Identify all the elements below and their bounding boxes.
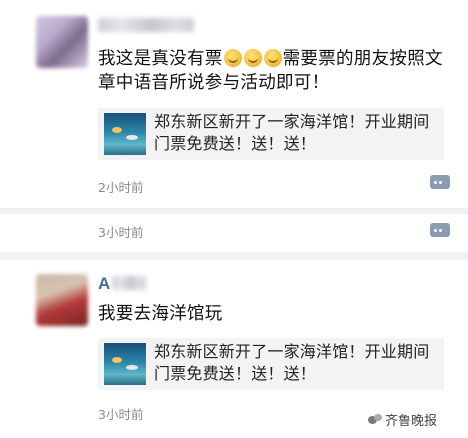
post-time: 2小时前 bbox=[98, 180, 144, 195]
watermark: 齐鲁晚报 bbox=[368, 410, 437, 429]
grin-emoji-icon bbox=[243, 49, 262, 67]
link-title: 郑东新区新开了一家海洋馆！开业期间 门票免费送！送！送！ bbox=[154, 342, 430, 383]
comment-icon[interactable] bbox=[430, 223, 450, 237]
post-time: 3小时前 bbox=[98, 407, 144, 422]
grin-emoji-icon bbox=[223, 49, 242, 67]
post-message: 我要去海洋馆玩 bbox=[98, 304, 223, 324]
aquarium-thumbnail bbox=[104, 343, 146, 385]
link-title: 郑东新区新开了一家海洋馆！开业期间 门票免费送！送！送！ bbox=[154, 112, 430, 153]
author-name[interactable]: A bbox=[98, 274, 110, 294]
wechat-icon bbox=[368, 413, 382, 426]
grin-emoji-icon bbox=[263, 49, 282, 67]
shared-link-card[interactable]: 郑东新区新开了一家海洋馆！开业期间 门票免费送！送！送！ bbox=[98, 108, 444, 160]
post-card: 3小时前 bbox=[0, 214, 468, 250]
shared-link-card[interactable]: 郑东新区新开了一家海洋馆！开业期间 门票免费送！送！送！ bbox=[98, 338, 444, 390]
divider bbox=[0, 252, 468, 260]
post-card: 我这是真没有票 需要票的朋友按照文 章中语音所说参与活动即可！ 郑东新区新开了一家… bbox=[0, 0, 468, 210]
avatar[interactable] bbox=[36, 16, 88, 68]
post-time: 3小时前 bbox=[98, 225, 144, 240]
post-message-part1: 我这是真没有票 bbox=[98, 49, 223, 69]
comment-icon[interactable] bbox=[430, 175, 450, 189]
avatar[interactable] bbox=[36, 274, 88, 326]
watermark-text: 齐鲁晚报 bbox=[385, 414, 438, 429]
post-message-part2: 需要票的朋友按照文 bbox=[282, 49, 443, 69]
author-name[interactable] bbox=[98, 18, 194, 32]
post-message: 我这是真没有票 需要票的朋友按照文 章中语音所说参与活动即可！ bbox=[98, 47, 458, 95]
aquarium-thumbnail bbox=[104, 113, 146, 155]
post-message-line2: 章中语音所说参与活动即可！ bbox=[98, 73, 330, 93]
author-name-blur bbox=[112, 276, 146, 290]
